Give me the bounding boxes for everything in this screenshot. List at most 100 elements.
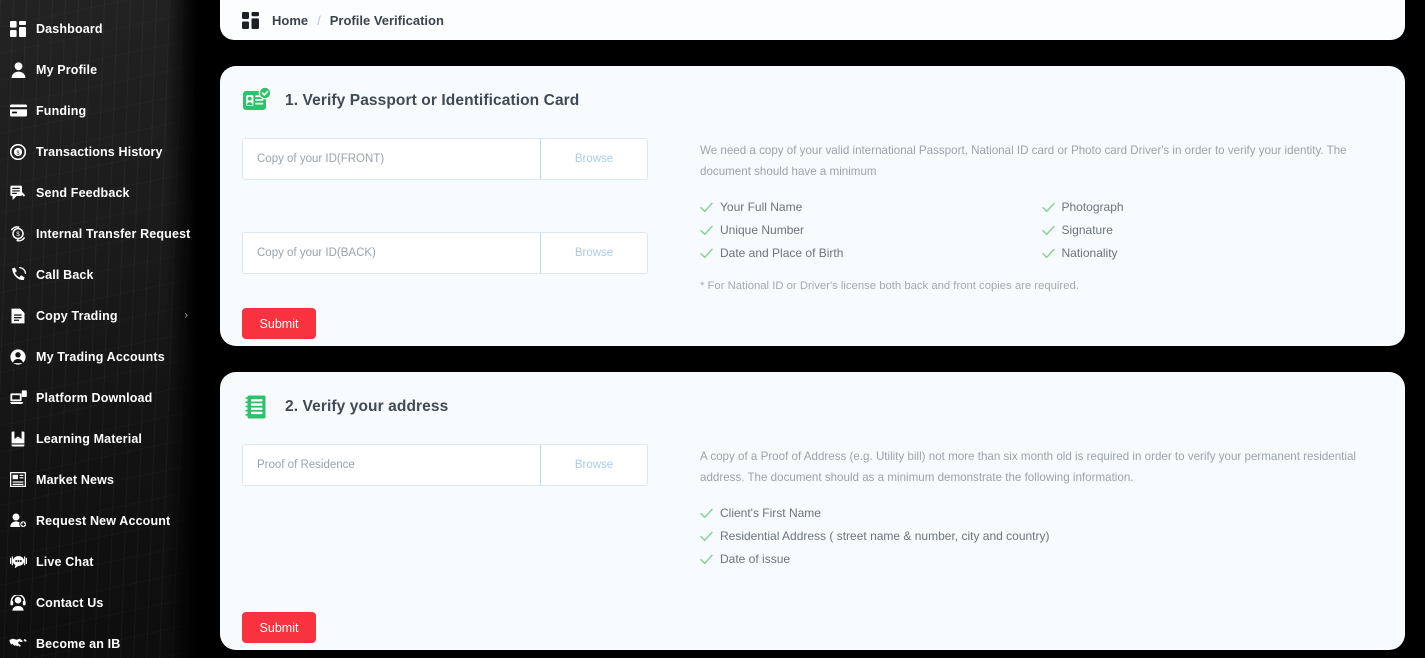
requirement-label: Unique Number: [720, 223, 805, 238]
requirement-item: Date of issue: [700, 548, 1383, 571]
id-front-filename-input[interactable]: Copy of your ID(FRONT): [243, 139, 540, 179]
sidebar-item-market-news[interactable]: Market News: [0, 459, 200, 500]
requirement-label: Signature: [1061, 223, 1113, 238]
headset-icon: [0, 594, 36, 611]
section1-description: We need a copy of your valid internation…: [700, 144, 1347, 179]
sidebar-item-label: Platform Download: [36, 390, 153, 405]
verify-address-card: 2. Verify your address Proof of Residenc…: [220, 372, 1405, 650]
breadcrumb-home-link[interactable]: Home: [272, 13, 308, 28]
sidebar-item-call-back[interactable]: Call Back: [0, 254, 200, 295]
sidebar-item-label: Internal Transfer Request: [36, 226, 191, 241]
section2-upload-column: Proof of Residence Browse Submit: [242, 438, 674, 643]
sidebar-item-funding[interactable]: Funding: [0, 90, 200, 131]
sidebar-item-internal-transfer-request[interactable]: $ Internal Transfer Request: [0, 213, 200, 254]
id-back-filename-input[interactable]: Copy of your ID(BACK): [243, 233, 540, 273]
id-back-browse-button[interactable]: Browse: [540, 233, 647, 273]
requirement-label: Your Full Name: [720, 200, 803, 215]
sidebar-item-my-profile[interactable]: My Profile: [0, 49, 200, 90]
section1-upload-column: Copy of your ID(FRONT) Browse Copy of yo…: [242, 132, 674, 339]
proof-of-residence-upload-row[interactable]: Proof of Residence Browse: [242, 444, 648, 486]
requirement-label: Residential Address ( street name & numb…: [720, 529, 1050, 544]
sidebar-item-label: Market News: [36, 472, 115, 487]
user-add-icon: [0, 513, 36, 528]
section2-requirements-list: Client's First Name Residential Address (…: [700, 502, 1383, 571]
sidebar-item-my-trading-accounts[interactable]: My Trading Accounts: [0, 336, 200, 377]
breadcrumb-current-page: Profile Verification: [329, 12, 444, 28]
phone-icon: [0, 266, 36, 283]
requirement-item: Residential Address ( street name & numb…: [700, 525, 1383, 548]
check-icon: [700, 554, 720, 565]
newspaper-icon: [0, 472, 36, 487]
sidebar-item-learning-material[interactable]: Learning Material: [0, 418, 200, 459]
section1-info-column: We need a copy of your valid internation…: [674, 132, 1383, 339]
sidebar-item-send-feedback[interactable]: Send Feedback: [0, 172, 200, 213]
sidebar-item-become-an-ib[interactable]: Become an IB: [0, 623, 200, 658]
app-root: Dashboard My Profile Funding $ Transactions …: [0, 0, 1425, 658]
sidebar-item-transactions-history[interactable]: $ Transactions History: [0, 131, 200, 172]
check-icon: [700, 248, 720, 259]
sidebar-item-copy-trading[interactable]: Copy Trading ›: [0, 295, 200, 336]
proof-of-residence-browse-button[interactable]: Browse: [540, 445, 647, 485]
laptop-download-icon: [0, 390, 36, 405]
dashboard-grid-icon: [0, 20, 36, 37]
check-icon: [1041, 202, 1062, 213]
user-circle-icon: [0, 348, 36, 365]
sidebar: Dashboard My Profile Funding $ Transactions …: [0, 0, 200, 658]
section1-title: 1. Verify Passport or Identification Car…: [285, 92, 580, 109]
sidebar-item-platform-download[interactable]: Platform Download: [0, 377, 200, 418]
id-card-verified-icon: [242, 86, 272, 116]
section1-requirements-list: Your Full Name Photograph Unique Number Sig…: [700, 196, 1383, 265]
check-icon: [700, 225, 720, 236]
sidebar-item-label: Call Back: [36, 267, 94, 282]
id-front-browse-button[interactable]: Browse: [540, 139, 647, 179]
requirement-label: Nationality: [1061, 246, 1118, 261]
breadcrumb-separator: /: [317, 12, 321, 28]
sidebar-item-label: Transactions History: [36, 144, 163, 159]
section1-footnote: * For National ID or Driver's license bo…: [700, 279, 1079, 292]
sidebar-item-dashboard[interactable]: Dashboard: [0, 8, 200, 49]
sidebar-item-label: Send Feedback: [36, 185, 130, 200]
main-content: Home / Profile Verification 1. Verify Pa…: [200, 0, 1425, 658]
clock-money-icon: $: [0, 143, 36, 160]
section1-submit-button[interactable]: Submit: [242, 308, 316, 339]
sidebar-item-live-chat[interactable]: Live Chat: [0, 541, 200, 582]
svg-text:$: $: [16, 230, 20, 237]
requirement-item: Unique Number: [700, 219, 1042, 242]
section1-body: Copy of your ID(FRONT) Browse Copy of yo…: [242, 132, 1383, 339]
check-icon: [1041, 248, 1062, 259]
section2-info-column: A copy of a Proof of Address (e.g. Utili…: [674, 438, 1383, 643]
section2-description: A copy of a Proof of Address (e.g. Utili…: [700, 450, 1357, 485]
check-icon: [700, 202, 720, 213]
section1-header: 1. Verify Passport or Identification Car…: [242, 84, 1383, 118]
requirement-item: Nationality: [1041, 242, 1384, 265]
sidebar-item-label: Copy Trading: [36, 308, 118, 323]
credit-card-icon: [0, 104, 36, 117]
section2-header: 2. Verify your address: [242, 390, 1383, 424]
check-icon: [1041, 225, 1062, 236]
requirement-label: Date and Place of Birth: [720, 246, 844, 261]
sidebar-item-label: Contact Us: [36, 595, 104, 610]
sidebar-item-label: Request New Account: [36, 513, 171, 528]
breadcrumb: Home / Profile Verification: [220, 0, 1405, 40]
section2-title: 2. Verify your address: [285, 398, 449, 415]
sidebar-item-request-new-account[interactable]: Request New Account: [0, 500, 200, 541]
document-icon: [0, 308, 36, 324]
notepad-list-icon: [242, 392, 272, 422]
sidebar-item-label: My Profile: [36, 62, 98, 77]
chat-bubble-icon: [0, 554, 36, 569]
transfer-icon: $: [0, 225, 36, 242]
proof-of-residence-filename-input[interactable]: Proof of Residence: [243, 445, 540, 485]
requirement-label: Client's First Name: [720, 506, 821, 521]
sidebar-item-contact-us[interactable]: Contact Us: [0, 582, 200, 623]
id-back-upload-row[interactable]: Copy of your ID(BACK) Browse: [242, 232, 648, 274]
svg-text:$: $: [17, 150, 20, 156]
section2-body: Proof of Residence Browse Submit A copy …: [242, 438, 1383, 643]
check-icon: [700, 508, 720, 519]
user-icon: [0, 61, 36, 78]
requirement-item: Your Full Name: [700, 196, 1042, 219]
chevron-right-icon[interactable]: ›: [184, 310, 188, 321]
requirement-label: Date of issue: [720, 552, 791, 567]
sidebar-item-label: Dashboard: [36, 21, 103, 36]
id-front-upload-row[interactable]: Copy of your ID(FRONT) Browse: [242, 138, 648, 180]
section2-submit-button[interactable]: Submit: [242, 612, 316, 643]
